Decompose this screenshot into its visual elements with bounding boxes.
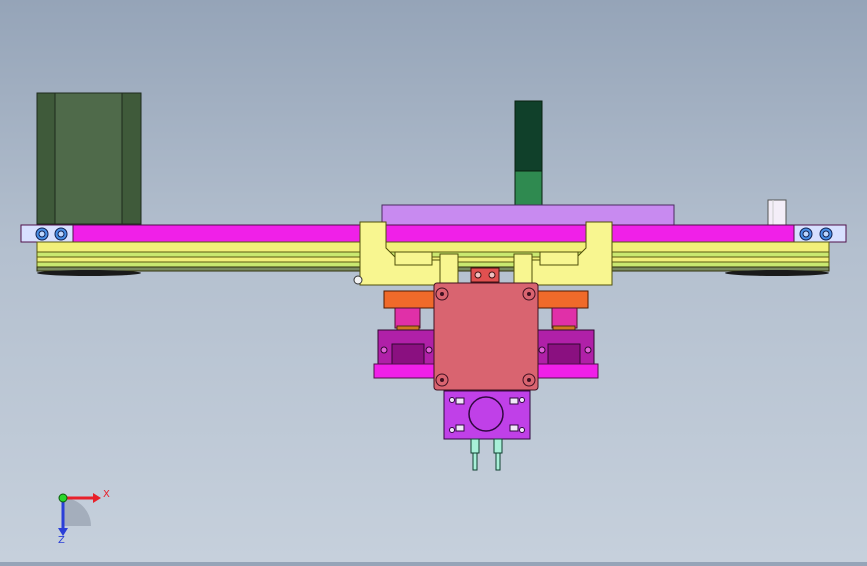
axis-triad[interactable]: X Z (58, 489, 110, 546)
y-axis-dot (58, 493, 68, 503)
carriage-center-block-left[interactable] (439, 253, 459, 285)
locating-pin[interactable] (767, 199, 787, 226)
output-pin-right[interactable] (493, 438, 503, 471)
main-beam[interactable] (20, 224, 847, 243)
left-stepper-motor[interactable] (36, 92, 142, 225)
vertical-sensor-post[interactable] (514, 100, 543, 206)
triad-shadow (63, 498, 91, 526)
x-axis-arrowhead (93, 493, 101, 503)
beam-bolt-right-2 (819, 227, 833, 241)
cad-model-view[interactable]: X Z (0, 0, 867, 562)
purple-bearing-right[interactable] (535, 329, 595, 365)
violet-gearbox[interactable] (443, 390, 531, 440)
output-pin-left[interactable] (470, 438, 480, 471)
carriage-center-block-right[interactable] (513, 253, 533, 285)
shaft-right-upper (551, 307, 578, 329)
right-pulley (725, 270, 829, 276)
shaft-left-upper (394, 307, 421, 329)
x-axis-label: X (103, 489, 110, 500)
z-axis-label: Z (58, 535, 65, 546)
center-sensor-block[interactable] (470, 267, 500, 283)
top-mounting-plate[interactable] (381, 204, 675, 227)
central-motor-flange[interactable] (433, 282, 539, 391)
idler-wheel (353, 275, 363, 285)
beam-bolt-left-2 (54, 227, 68, 241)
purple-bearing-left[interactable] (377, 329, 437, 365)
beam-bolt-left-1 (35, 227, 49, 241)
left-pulley (37, 270, 141, 276)
orange-mount-left[interactable] (383, 290, 435, 309)
orange-mount-right[interactable] (537, 290, 589, 309)
cad-viewport[interactable]: X Z (0, 0, 867, 562)
beam-bolt-right-1 (799, 227, 813, 241)
